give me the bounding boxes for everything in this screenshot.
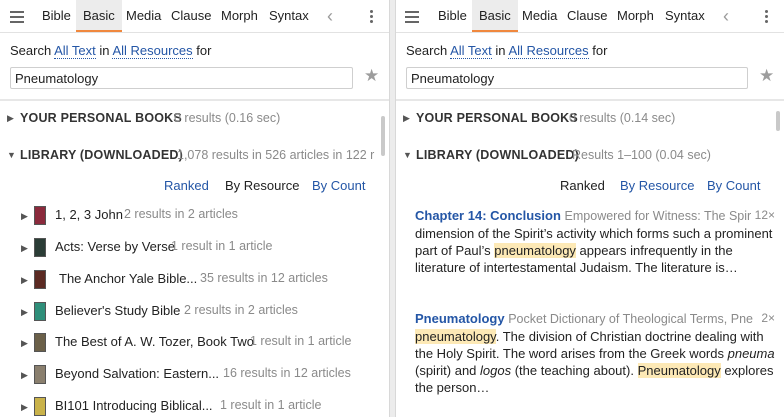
expand-triangle-icon[interactable]: ▶ — [21, 275, 28, 286]
search-scope-line: Search All Text in All Resources for — [406, 43, 608, 59]
header-divider — [396, 99, 784, 101]
book-cover-icon — [34, 270, 46, 289]
book-row[interactable]: ▶ The Anchor Yale Bible... 35 results in… — [0, 268, 380, 296]
sort-by-resource-label[interactable]: By Resource — [225, 178, 299, 193]
collapsed-triangle-icon: ▶ — [7, 113, 14, 123]
tab-morph[interactable]: Morph — [214, 0, 265, 32]
book-row[interactable]: ▶ Believer's Study Bible 2 results in 2 … — [0, 300, 380, 328]
expanded-triangle-icon: ▼ — [403, 150, 412, 160]
book-row[interactable]: ▶ Beyond Salvation: Eastern... 16 result… — [0, 363, 380, 391]
book-cover-icon — [34, 365, 46, 384]
tab-media[interactable]: Media — [515, 0, 564, 32]
sort-by-resource-link[interactable]: By Resource — [620, 178, 694, 193]
sort-by-count-link[interactable]: By Count — [312, 178, 365, 193]
search-input[interactable] — [10, 67, 353, 89]
tab-bible[interactable]: Bible — [431, 0, 474, 32]
search-scope-link[interactable]: All Text — [54, 43, 96, 59]
personal-books-section[interactable]: ▶ YOUR PERSONAL BOOKS 0 results (0.14 se… — [396, 107, 774, 129]
result-hit-count: 12× — [751, 208, 775, 222]
book-row[interactable]: ▶ Acts: Verse by Verse 1 result in 1 art… — [0, 236, 380, 264]
search-tab-bar: Bible Basic Media Clause Morph Syntax ‹ — [396, 0, 784, 33]
expanded-triangle-icon: ▼ — [7, 150, 16, 160]
scrollbar-thumb[interactable] — [776, 111, 780, 131]
personal-books-section[interactable]: ▶ YOUR PERSONAL BOOKS 0 results (0.16 se… — [0, 107, 380, 129]
book-row[interactable]: ▶ 1, 2, 3 John 2 results in 2 articles — [0, 204, 380, 232]
star-favorite-icon[interactable]: ★ — [364, 66, 379, 86]
hamburger-menu-icon[interactable] — [10, 0, 24, 32]
tab-syntax[interactable]: Syntax — [262, 0, 316, 32]
chevron-left-icon[interactable]: ‹ — [723, 0, 729, 32]
library-section[interactable]: ▼ LIBRARY (DOWNLOADED) Results 1–100 (0.… — [396, 144, 774, 166]
result-source: Pocket Dictionary of Theological Terms, … — [508, 312, 753, 326]
book-row[interactable]: ▶ BI101 Introducing Biblical... 1 result… — [0, 395, 380, 417]
search-hit-highlight: pneumatology — [415, 329, 496, 344]
expand-triangle-icon[interactable]: ▶ — [21, 307, 28, 318]
book-cover-icon — [34, 302, 46, 321]
hamburger-menu-icon[interactable] — [405, 0, 419, 32]
search-resources-link[interactable]: All Resources — [112, 43, 193, 59]
header-divider — [0, 99, 389, 101]
result-hit-count: 2× — [758, 311, 775, 325]
book-cover-icon — [34, 397, 46, 416]
left-search-panel: Bible Basic Media Clause Morph Syntax ‹ … — [0, 0, 390, 417]
tab-clause[interactable]: Clause — [164, 0, 218, 32]
tab-basic[interactable]: Basic — [472, 0, 518, 32]
search-scope-line: Search All Text in All Resources for — [10, 43, 212, 59]
result-snippet: dimension of the Spirit’s activity which… — [415, 226, 773, 275]
expand-triangle-icon[interactable]: ▶ — [21, 338, 28, 349]
book-cover-icon — [34, 333, 46, 352]
result-snippet: pneumatology. The division of Christian … — [415, 329, 775, 395]
tab-clause[interactable]: Clause — [560, 0, 614, 32]
sort-by-count-link[interactable]: By Count — [707, 178, 760, 193]
expand-triangle-icon[interactable]: ▶ — [21, 243, 28, 254]
tab-media[interactable]: Media — [119, 0, 168, 32]
result-title-link[interactable]: Pneumatology — [415, 311, 505, 326]
search-tab-bar: Bible Basic Media Clause Morph Syntax ‹ — [0, 0, 389, 33]
result-header: Pneumatology Pocket Dictionary of Theolo… — [415, 311, 775, 328]
search-scope-link[interactable]: All Text — [450, 43, 492, 59]
chevron-left-icon[interactable]: ‹ — [327, 0, 333, 32]
library-section[interactable]: ▼ LIBRARY (DOWNLOADED) 1,078 results in … — [0, 144, 377, 166]
search-input[interactable] — [406, 67, 748, 89]
search-hit-highlight: Pneumatology — [637, 363, 721, 378]
book-cover-icon — [34, 206, 46, 225]
collapsed-triangle-icon: ▶ — [403, 113, 410, 123]
tab-syntax[interactable]: Syntax — [658, 0, 712, 32]
result-title-link[interactable]: Chapter 14: Conclusion — [415, 208, 561, 223]
tab-bible[interactable]: Bible — [35, 0, 78, 32]
book-row[interactable]: ▶ The Best of A. W. Tozer, Book Two 1 re… — [0, 331, 380, 359]
sort-ranked-link[interactable]: Ranked — [164, 178, 209, 193]
more-options-icon[interactable] — [765, 0, 769, 32]
search-result-item[interactable]: Chapter 14: Conclusion Empowered for Wit… — [415, 208, 775, 276]
search-resources-link[interactable]: All Resources — [508, 43, 589, 59]
expand-triangle-icon[interactable]: ▶ — [21, 211, 28, 222]
more-options-icon[interactable] — [370, 0, 374, 32]
sort-ranked-label[interactable]: Ranked — [560, 178, 605, 193]
result-source: Empowered for Witness: The Spir — [564, 209, 752, 223]
tab-basic[interactable]: Basic — [76, 0, 122, 32]
scrollbar-thumb[interactable] — [381, 116, 385, 156]
tab-morph[interactable]: Morph — [610, 0, 661, 32]
search-result-item[interactable]: Pneumatology Pocket Dictionary of Theolo… — [415, 311, 775, 396]
search-hit-highlight: pneumatology — [494, 243, 576, 258]
expand-triangle-icon[interactable]: ▶ — [21, 370, 28, 381]
result-header: Chapter 14: Conclusion Empowered for Wit… — [415, 208, 775, 225]
expand-triangle-icon[interactable]: ▶ — [21, 402, 28, 413]
right-search-panel: Bible Basic Media Clause Morph Syntax ‹ … — [395, 0, 784, 417]
star-favorite-icon[interactable]: ★ — [759, 66, 774, 86]
book-cover-icon — [34, 238, 46, 257]
